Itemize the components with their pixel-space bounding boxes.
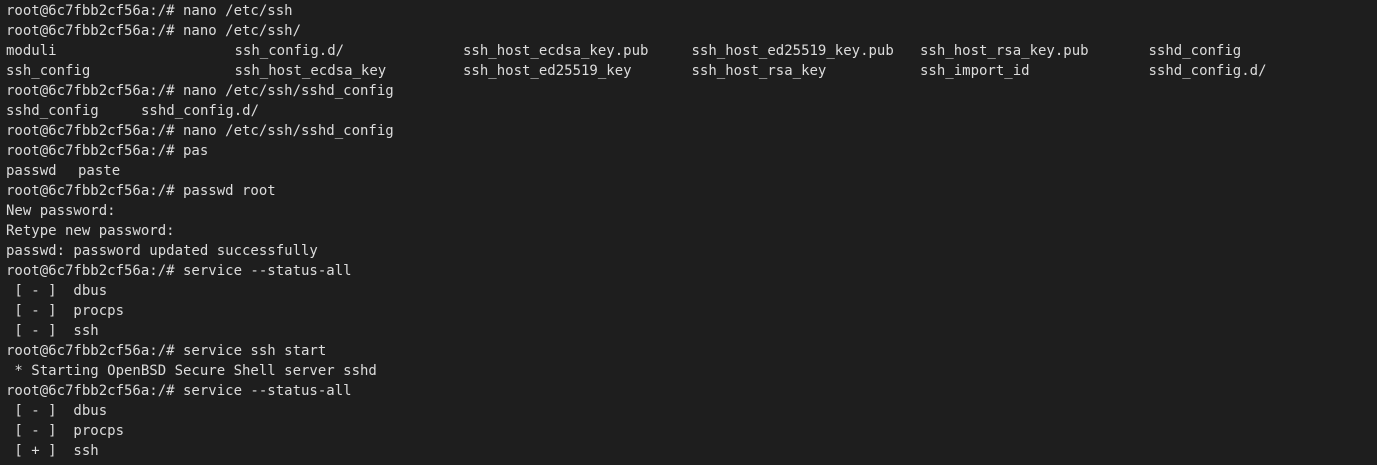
terminal-line: root@6c7fbb2cf56a:/# passwd root	[6, 183, 276, 199]
file-entry: moduli	[6, 43, 57, 59]
completion-row: sshd_config sshd_config.d/	[6, 101, 1377, 121]
terminal-line: passwd: password updated successfully	[6, 243, 318, 259]
terminal-line: root@6c7fbb2cf56a:/# nano /etc/ssh/sshd_…	[6, 83, 394, 99]
terminal-line: root@6c7fbb2cf56a:/# service --status-al…	[6, 383, 352, 399]
service-status-line: [ - ] dbus	[6, 403, 108, 419]
file-entry: ssh_host_ed25519_key	[463, 63, 632, 79]
file-entry: ssh_import_id	[920, 63, 1030, 79]
terminal-window[interactable]: root@6c7fbb2cf56a:/# nano /etc/ssh root@…	[0, 0, 1377, 465]
completion-entry: sshd_config	[6, 103, 99, 119]
file-entry: ssh_host_ecdsa_key.pub	[463, 43, 649, 59]
service-status-line: [ - ] procps	[6, 303, 125, 319]
terminal-line: root@6c7fbb2cf56a:/# service --status-al…	[6, 263, 352, 279]
file-entry: ssh_host_rsa_key	[691, 63, 827, 79]
terminal-line: root@6c7fbb2cf56a:/# pas	[6, 143, 209, 159]
service-status-line: [ - ] ssh	[6, 323, 99, 339]
terminal-line: root@6c7fbb2cf56a:/# nano /etc/ssh/	[6, 23, 302, 39]
file-entry: ssh_host_ecdsa_key	[234, 63, 387, 79]
ls-output-row: moduli ssh_config.d/ ssh_host_ecdsa_key.…	[6, 41, 1377, 61]
file-entry: ssh_host_rsa_key.pub	[920, 43, 1089, 59]
service-status-line: [ - ] dbus	[6, 283, 108, 299]
terminal-line: New password:	[6, 203, 116, 219]
completion-entry: paste	[78, 163, 121, 179]
service-status-line: [ + ] ssh	[6, 443, 99, 459]
service-status-line: [ - ] procps	[6, 423, 125, 439]
file-entry: sshd_config.d/	[1148, 63, 1267, 79]
terminal-line: * Starting OpenBSD Secure Shell server s…	[6, 363, 377, 379]
file-entry: ssh_config	[6, 63, 91, 79]
file-entry: ssh_config.d/	[234, 43, 345, 59]
terminal-line: Retype new password:	[6, 223, 175, 239]
terminal-line: root@6c7fbb2cf56a:/# service ssh start	[6, 343, 327, 359]
terminal-line: root@6c7fbb2cf56a:/# nano /etc/ssh/sshd_…	[6, 123, 394, 139]
completion-entry: passwd	[6, 163, 57, 179]
terminal-line: root@6c7fbb2cf56a:/# nano /etc/ssh	[6, 3, 293, 19]
completion-entry: sshd_config.d/	[141, 103, 260, 119]
file-entry: sshd_config	[1148, 43, 1242, 59]
file-entry: ssh_host_ed25519_key.pub	[691, 43, 894, 59]
completion-row: passwd paste	[6, 161, 1377, 181]
ls-output-row: ssh_config ssh_host_ecdsa_key ssh_host_e…	[6, 61, 1377, 81]
